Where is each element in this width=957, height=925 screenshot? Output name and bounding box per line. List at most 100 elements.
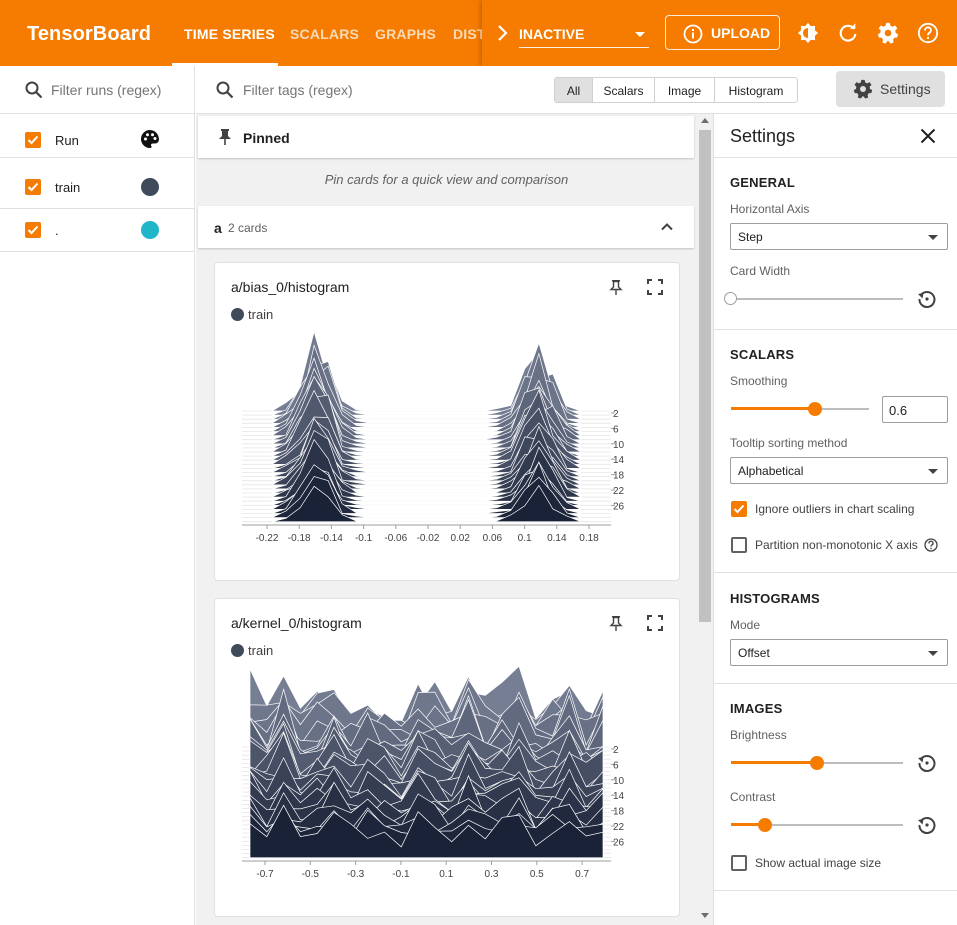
x-tick-label: 0.1: [439, 869, 453, 880]
histograms-heading: HISTOGRAMS: [730, 591, 820, 606]
chevron-up-icon[interactable]: [660, 220, 674, 239]
y-tick-label: 18: [613, 471, 625, 482]
filter-histogram-button[interactable]: Histogram: [715, 78, 797, 102]
run-checkbox-train[interactable]: [25, 179, 41, 195]
y-tick-label: 2: [613, 409, 619, 420]
palette-icon[interactable]: [140, 129, 160, 154]
run-color-swatch-dot[interactable]: [141, 221, 159, 239]
tab-time-series[interactable]: TIME SERIES: [184, 26, 275, 42]
general-heading: GENERAL: [730, 175, 795, 190]
top-app-bar: TensorBoard TIME SERIES SCALARS GRAPHS D…: [0, 0, 957, 66]
cards-area: Pinned Pin cards for a quick view and co…: [196, 114, 697, 925]
info-icon: [683, 24, 703, 49]
ignore-outliers-checkbox[interactable]: [731, 501, 747, 517]
histogram-card-kernel: 2 6 10 14 18 22 26 -0.7 -0.5 -0.3 -0.1 0.1 0.3 0.5 0.7…: [214, 598, 680, 917]
runs-header-label: Run: [55, 133, 79, 148]
chevron-down-icon: [928, 651, 938, 656]
reset-brightness-icon[interactable]: [917, 753, 937, 778]
tab-distributions[interactable]: DIST: [453, 26, 486, 42]
horizontal-axis-select[interactable]: Step: [730, 223, 948, 250]
app-title: TensorBoard: [27, 23, 152, 45]
card-width-slider-track[interactable]: [731, 298, 903, 300]
histogram-mode-value: Offset: [738, 646, 770, 660]
contrast-slider-thumb[interactable]: [758, 818, 772, 832]
run-color-swatch-train[interactable]: [141, 178, 159, 196]
refresh-icon[interactable]: [837, 22, 859, 44]
histogram-plot-bias[interactable]: 261014182226-0.22 -0.18 -0.14 -0.1 -0.06 -0.0…: [215, 263, 681, 582]
pinned-section-header: Pinned: [198, 116, 694, 158]
tab-scalars[interactable]: SCALARS: [290, 26, 359, 42]
reset-card-width-icon[interactable]: [917, 289, 937, 314]
x-tick-label: 0.06: [483, 533, 503, 544]
run-checkbox-dot[interactable]: [25, 222, 41, 238]
runs-filter[interactable]: Filter runs (regex): [0, 66, 195, 114]
y-tick-label: 10: [613, 776, 625, 787]
tab-graphs[interactable]: GRAPHS: [375, 26, 436, 42]
upload-button[interactable]: UPLOAD: [665, 15, 780, 50]
search-icon: [216, 81, 234, 104]
pinned-title: Pinned: [243, 130, 290, 146]
y-tick-label: 14: [613, 455, 625, 466]
group-name: a: [214, 220, 222, 236]
y-tick-label: 6: [613, 424, 619, 435]
partition-checkbox[interactable]: [731, 537, 747, 553]
select-all-runs-checkbox[interactable]: [25, 132, 41, 148]
help-icon[interactable]: [924, 538, 938, 557]
y-tick-label: 22: [613, 486, 625, 497]
pin-card-icon[interactable]: [609, 615, 623, 638]
divider: [714, 329, 957, 330]
x-tick-label: 0.5: [530, 869, 544, 880]
chevron-right-icon[interactable]: [494, 24, 510, 42]
tooltip-sort-select[interactable]: Alphabetical: [730, 457, 948, 484]
card-width-label: Card Width: [730, 264, 791, 278]
run-row-dot[interactable]: .: [0, 209, 195, 252]
runs-header-row: Run: [0, 115, 195, 158]
gear-icon: [853, 79, 873, 104]
brightness-icon[interactable]: [797, 22, 819, 44]
tooltip-sort-label: Tooltip sorting method: [730, 436, 848, 450]
run-label-dot: .: [55, 223, 59, 238]
help-icon[interactable]: [917, 22, 939, 44]
reset-contrast-icon[interactable]: [917, 815, 937, 840]
histogram-plot-kernel[interactable]: 261014182226-0.7 -0.5 -0.3 -0.1 0.1 0.3 0.5 0.7: [215, 599, 681, 918]
legend-swatch: [231, 308, 244, 321]
fullscreen-icon[interactable]: [647, 615, 663, 636]
smoothing-input[interactable]: 0.6: [882, 396, 948, 423]
settings-button-label: Settings: [880, 81, 931, 97]
run-label-train: train: [55, 180, 81, 195]
settings-title: Settings: [730, 126, 796, 146]
pin-icon: [218, 128, 232, 151]
runs-filter-placeholder: Filter runs (regex): [51, 82, 162, 98]
tag-filter-input[interactable]: Filter tags (regex): [243, 82, 353, 98]
scroll-up-arrow-icon[interactable]: [701, 118, 709, 123]
scroll-down-arrow-icon[interactable]: [701, 913, 709, 918]
y-tick-label: 14: [613, 791, 625, 802]
filter-scalars-button[interactable]: Scalars: [593, 78, 655, 102]
y-tick-label: 10: [613, 440, 625, 451]
cards-scrollbar[interactable]: [697, 114, 713, 925]
search-icon: [25, 81, 43, 104]
card-type-filter: All Scalars Image Histogram: [554, 77, 798, 103]
card-width-slider-thumb[interactable]: [724, 292, 737, 305]
close-icon[interactable]: [920, 128, 936, 149]
smoothing-slider-thumb[interactable]: [808, 402, 822, 416]
scrollbar-thumb[interactable]: [699, 130, 711, 622]
filter-image-button[interactable]: Image: [655, 78, 715, 102]
card-title: a/bias_0/histogram: [231, 279, 350, 295]
inactive-plugins-select[interactable]: INACTIVE: [519, 20, 649, 48]
scalars-heading: SCALARS: [730, 347, 795, 362]
inactive-select-value: INACTIVE: [519, 26, 585, 42]
settings-toggle-button[interactable]: Settings: [836, 71, 945, 107]
pin-card-icon[interactable]: [609, 279, 623, 302]
actual-image-size-checkbox[interactable]: [731, 855, 747, 871]
legend-run-label: train: [248, 307, 274, 322]
brightness-slider-thumb[interactable]: [810, 756, 824, 770]
y-tick-label: 22: [613, 822, 625, 833]
filter-all-button[interactable]: All: [555, 78, 593, 102]
fullscreen-icon[interactable]: [647, 279, 663, 300]
histogram-mode-select[interactable]: Offset: [730, 639, 948, 666]
x-tick-label: 0.14: [547, 533, 567, 544]
settings-gear-icon[interactable]: [877, 22, 899, 44]
run-row-train[interactable]: train: [0, 166, 195, 209]
card-group-header[interactable]: a 2 cards: [198, 206, 694, 248]
